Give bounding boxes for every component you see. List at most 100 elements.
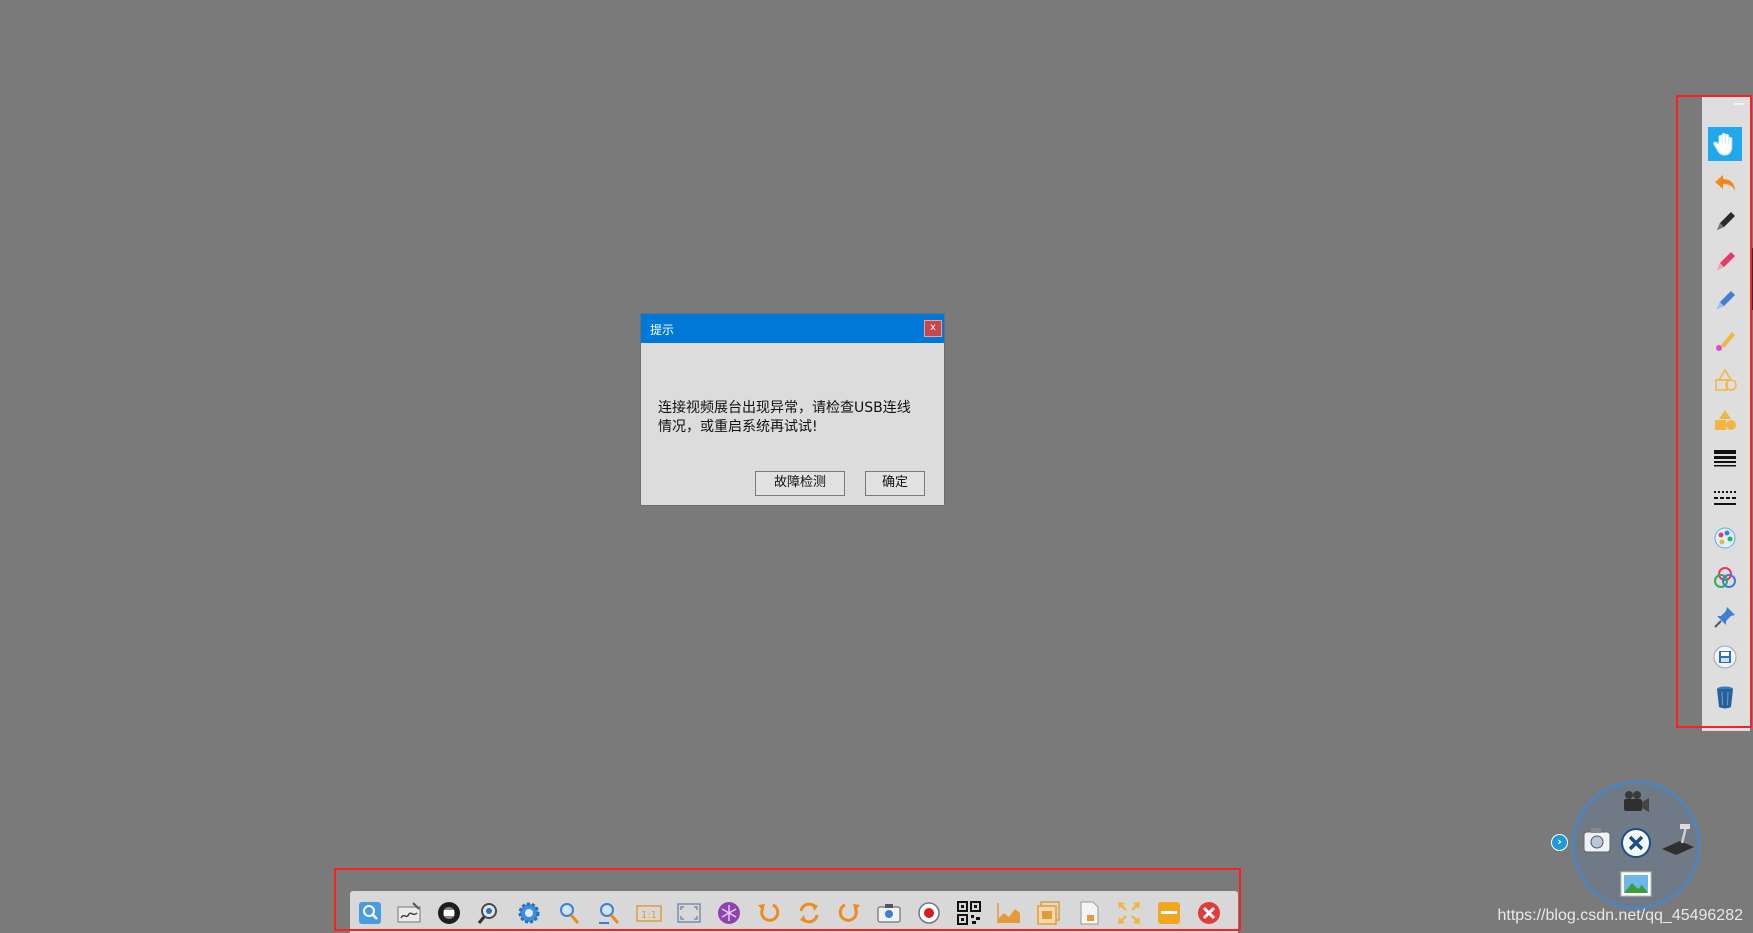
line-style-icon: [1714, 491, 1736, 505]
zoom-camera-button[interactable]: [473, 897, 505, 929]
close-icon: [1198, 902, 1220, 924]
camera-button[interactable]: [873, 897, 905, 929]
toolbar-grip[interactable]: [1702, 95, 1750, 107]
film-button[interactable]: [433, 897, 465, 929]
shape-fill-button[interactable]: [1708, 403, 1742, 437]
alert-dialog: 提示 x 连接视频展台出现异常，请检查USB连线 情况，或重启系统再试试! 故障…: [641, 314, 944, 505]
palette-icon: [1714, 527, 1736, 549]
dialog-message-line-2: 情况，或重启系统再试试!: [658, 419, 818, 435]
laser-pen-icon: [1716, 332, 1735, 351]
trash-icon: [1717, 686, 1733, 709]
qrcode-icon: [957, 901, 981, 925]
search-icon: [359, 902, 381, 924]
rotate-left-icon: [758, 903, 780, 922]
watermark: https://blog.csdn.net/qq_45496282: [1497, 907, 1743, 924]
ok-button[interactable]: 确定: [865, 471, 925, 496]
camera-icon: [877, 904, 901, 923]
settings-gear-icon: [518, 902, 540, 924]
document-button[interactable]: [1073, 897, 1105, 929]
gallery-button[interactable]: [1618, 869, 1654, 901]
line-width-icon: [1714, 450, 1736, 467]
one-to-one-icon: 1:1: [636, 905, 662, 922]
signature-button[interactable]: [393, 897, 425, 929]
undo-icon: [1715, 175, 1735, 191]
shape-fill-icon: [1715, 410, 1736, 430]
document-camera-icon: [1662, 824, 1694, 855]
annotation-toolbar: [1702, 95, 1750, 731]
wheel-close-button[interactable]: [1620, 827, 1652, 859]
dialog-close-button[interactable]: x: [924, 320, 942, 337]
save-button[interactable]: [1708, 640, 1742, 674]
snowflake-icon: [718, 902, 740, 924]
film-icon: [438, 902, 460, 924]
camera-control-wheel: [1572, 781, 1700, 909]
minimize-button[interactable]: [1153, 897, 1185, 929]
color-mix-icon: [1714, 567, 1736, 588]
image-gallery-icon: [1037, 901, 1060, 925]
pen-blue-icon: [1717, 291, 1735, 309]
rotate-right-icon: [838, 903, 860, 922]
pen-red-button[interactable]: [1708, 245, 1742, 279]
pin-icon: [1714, 607, 1735, 628]
line-style-button[interactable]: [1708, 481, 1742, 515]
fit-screen-icon: [677, 903, 701, 923]
laser-pen-button[interactable]: [1708, 324, 1742, 358]
pen-red-icon: [1717, 252, 1735, 270]
pen-blue-button[interactable]: [1708, 284, 1742, 318]
undo-button[interactable]: [1708, 166, 1742, 200]
hand-tool-button[interactable]: [1708, 127, 1742, 161]
gallery-icon: [1620, 871, 1652, 897]
palette-button[interactable]: [1708, 521, 1742, 555]
record-button[interactable]: [913, 897, 945, 929]
zoom-out-icon: [599, 903, 620, 924]
fit-screen-button[interactable]: [673, 897, 705, 929]
refresh-icon: [799, 902, 819, 924]
trash-button[interactable]: [1708, 680, 1742, 714]
video-camera-button[interactable]: [1618, 787, 1654, 821]
photo-camera-button[interactable]: [1580, 823, 1614, 857]
shape-outline-button[interactable]: [1708, 363, 1742, 397]
zoom-camera-icon: [477, 903, 497, 924]
snowflake-button[interactable]: [713, 897, 745, 929]
one-to-one-button[interactable]: 1:1: [633, 897, 665, 929]
zoom-in-button[interactable]: [553, 897, 585, 929]
chart-button[interactable]: [993, 897, 1025, 929]
qrcode-button[interactable]: [953, 897, 985, 929]
line-width-button[interactable]: [1708, 442, 1742, 476]
fullscreen-icon: [1118, 902, 1140, 924]
document-camera-button[interactable]: [1658, 821, 1696, 859]
dialog-message-line-1: 连接视频展台出现异常，请检查USB连线: [658, 400, 911, 416]
color-mix-button[interactable]: [1708, 561, 1742, 595]
signature-icon: [397, 902, 421, 923]
hand-icon: [1713, 132, 1733, 156]
pin-button[interactable]: [1708, 600, 1742, 634]
dialog-title: 提示: [650, 323, 675, 337]
pen-black-button[interactable]: [1708, 205, 1742, 239]
photo-camera-icon: [1583, 828, 1611, 853]
close-icon: [1621, 828, 1651, 858]
save-icon: [1713, 645, 1737, 669]
shape-outline-icon: [1715, 368, 1737, 391]
wheel-expand-button[interactable]: ›: [1551, 834, 1568, 851]
minimize-icon: [1158, 902, 1180, 924]
rotate-left-button[interactable]: [753, 897, 785, 929]
document-icon: [1080, 901, 1099, 925]
record-icon: [918, 902, 940, 924]
bottom-toolbar: 1:1: [350, 891, 1238, 933]
zoom-in-icon: [560, 903, 580, 924]
dialog-message: 连接视频展台出现异常，请检查USB连线 情况，或重启系统再试试!: [658, 399, 933, 437]
pen-black-icon: [1717, 212, 1735, 230]
exit-button[interactable]: [1193, 897, 1225, 929]
fullscreen-button[interactable]: [1113, 897, 1145, 929]
one-to-one-label: 1:1: [641, 910, 657, 921]
search-button[interactable]: [354, 897, 386, 929]
image-gallery-button[interactable]: [1033, 897, 1065, 929]
zoom-out-button[interactable]: [593, 897, 625, 929]
chart-icon: [997, 903, 1020, 923]
refresh-button[interactable]: [793, 897, 825, 929]
rotate-right-button[interactable]: [833, 897, 865, 929]
dialog-titlebar[interactable]: 提示 x: [641, 314, 944, 343]
diagnose-button[interactable]: 故障检测: [755, 471, 845, 496]
settings-button[interactable]: [513, 897, 545, 929]
video-camera-icon: [1624, 791, 1649, 812]
